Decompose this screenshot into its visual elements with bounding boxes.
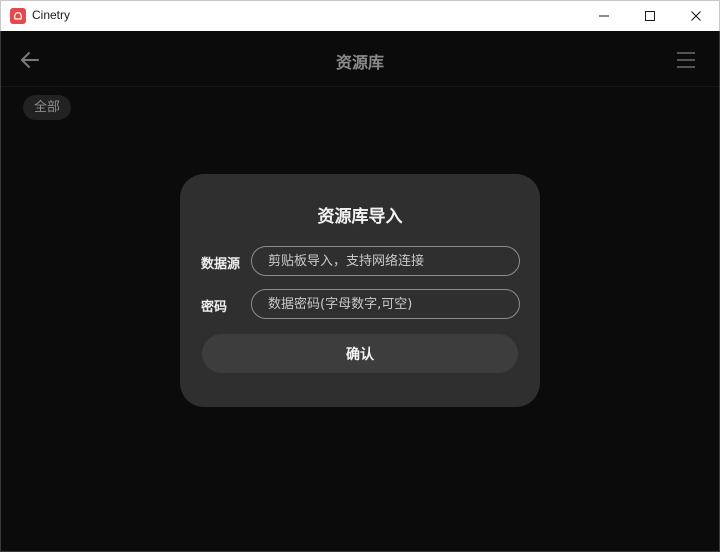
import-dialog: 资源库导入 数据源 密码 确认 <box>180 174 540 407</box>
maximize-button[interactable] <box>627 1 673 31</box>
password-input[interactable] <box>251 289 520 319</box>
close-button[interactable] <box>673 1 719 31</box>
app-content: 资源库 全部 资源库导入 数据源 密码 确认 <box>0 31 720 552</box>
window-titlebar: Cinetry <box>0 0 720 31</box>
minimize-icon <box>599 15 609 17</box>
window-title: Cinetry <box>32 8 71 22</box>
password-label: 密码 <box>201 300 228 315</box>
filter-chip-all[interactable]: 全部 <box>23 95 72 120</box>
confirm-button[interactable]: 确认 <box>202 334 518 373</box>
source-input[interactable] <box>251 246 520 276</box>
source-label: 数据源 <box>201 257 241 272</box>
maximize-icon <box>645 11 655 21</box>
hamburger-menu-icon <box>677 52 695 68</box>
minimize-button[interactable] <box>581 1 627 31</box>
page-title: 资源库 <box>335 53 384 72</box>
dialog-title: 资源库导入 <box>317 207 403 227</box>
page-header: 资源库 <box>1 31 719 87</box>
menu-button[interactable] <box>673 48 699 72</box>
cinetry-logo-icon <box>10 8 26 24</box>
close-icon <box>691 11 701 21</box>
